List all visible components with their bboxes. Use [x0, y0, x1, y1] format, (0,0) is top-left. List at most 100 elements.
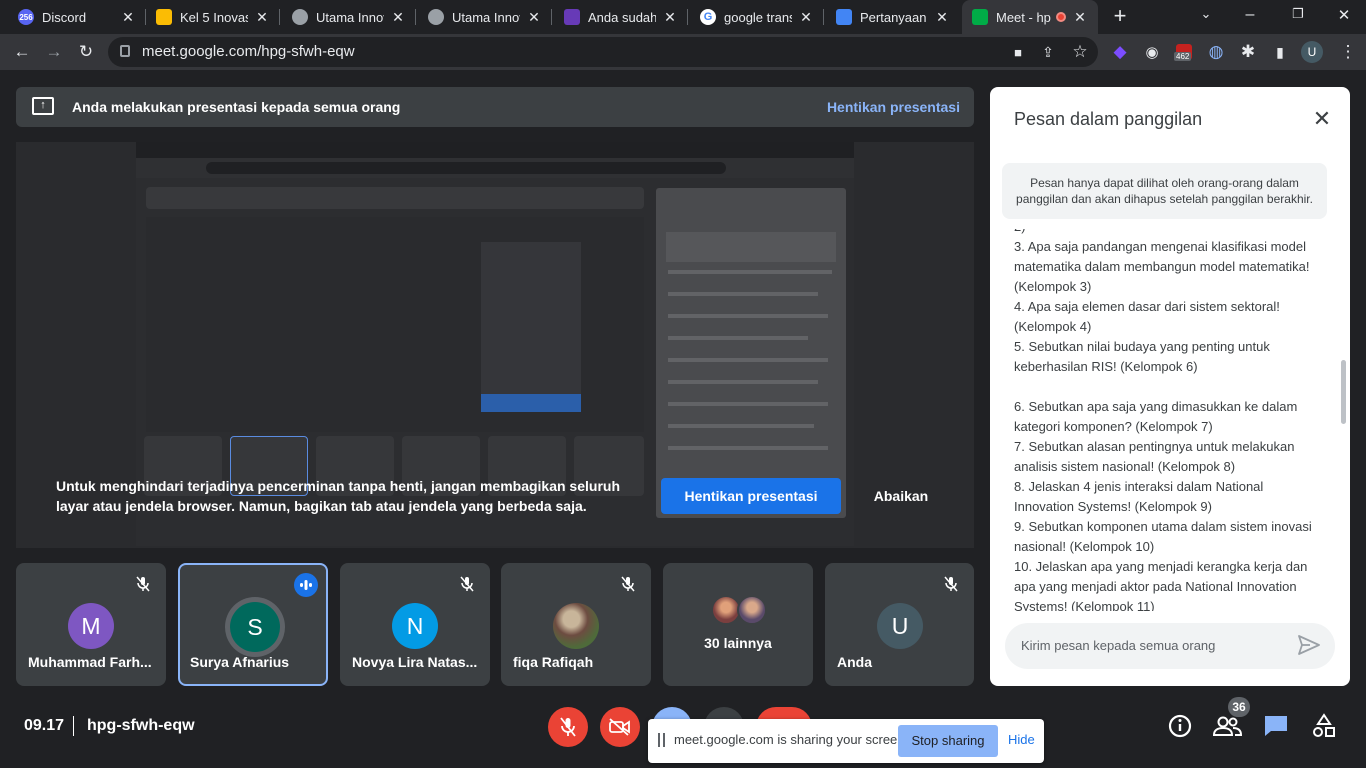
close-window-icon[interactable]: ✕	[1334, 6, 1354, 26]
lock-icon	[120, 45, 130, 57]
chat-message: 8. Jelaskan 4 jenis interaksi dalam Nati…	[1014, 479, 1264, 514]
avatar: M	[68, 603, 114, 649]
avatar: U	[877, 603, 923, 649]
tab-title: Utama Innova	[452, 9, 520, 25]
chat-title: Pesan dalam panggilan	[1014, 109, 1203, 129]
close-tab-icon[interactable]: ✕	[662, 9, 678, 26]
close-tab-icon[interactable]: ✕	[120, 9, 136, 26]
chat-icon[interactable]	[1262, 712, 1290, 740]
send-icon[interactable]	[1298, 635, 1322, 657]
close-tab-icon[interactable]: ✕	[934, 9, 950, 26]
chat-scrollbar[interactable]	[1340, 232, 1346, 612]
avatar-photo	[737, 595, 767, 625]
screen-sharing-bar: meet.google.com is sharing your screen. …	[648, 719, 1044, 763]
close-tab-icon[interactable]: ✕	[254, 9, 270, 26]
participant-tile-active-speaker[interactable]: S Surya Afnarius	[178, 563, 328, 686]
mic-toggle-button[interactable]	[548, 707, 588, 747]
side-panel-icon[interactable]: ▮	[1268, 40, 1292, 64]
recording-dot-icon	[1056, 12, 1066, 22]
participant-name: Anda	[837, 654, 872, 670]
forward-icon[interactable]: →	[42, 40, 66, 64]
tab-meet[interactable]: Meet - hp ✕	[962, 0, 1098, 34]
tab-utama-1[interactable]: Utama Innova ✕	[282, 0, 416, 34]
chat-message-spacer	[1014, 377, 1324, 397]
camera-off-icon	[609, 718, 630, 736]
tab-utama-2[interactable]: Utama Innova ✕	[418, 0, 552, 34]
tab-search-icon[interactable]: ⌄	[1196, 6, 1216, 26]
globe-icon	[428, 9, 444, 25]
chat-message: 5. Sebutkan nilai budaya yang penting un…	[1014, 339, 1270, 374]
close-tab-icon[interactable]: ✕	[390, 9, 406, 26]
tab-title: google transl	[724, 9, 792, 25]
extension-purple-icon[interactable]: ◆	[1108, 40, 1132, 64]
chat-message: 6. Sebutkan apa saja yang dimasukkan ke …	[1014, 399, 1298, 434]
extensions-puzzle-icon[interactable]: ✱	[1236, 40, 1260, 64]
restore-icon[interactable]: ❐	[1288, 6, 1308, 26]
present-screen-icon: ↑	[32, 97, 54, 115]
tab-title: Kel 5 Inovasi	[180, 9, 248, 25]
tab-discord[interactable]: 256 Discord ✕	[8, 0, 146, 34]
stop-presenting-button[interactable]: Hentikan presentasi	[661, 478, 841, 514]
extension-circle-icon[interactable]: ◍	[1204, 40, 1228, 64]
banner-text: Anda melakukan presentasi kepada semua o…	[72, 99, 401, 115]
new-tab-button[interactable]: +	[1108, 4, 1132, 28]
participant-tile[interactable]: N Novya Lira Natas...	[340, 563, 490, 686]
tab-title: Anda sudah m	[588, 9, 656, 25]
ignore-button[interactable]: Abaikan	[866, 478, 936, 514]
forms-icon	[564, 9, 580, 25]
chat-message: 4. Apa saja elemen dasar dari sistem sek…	[1014, 299, 1280, 334]
participant-tile-self[interactable]: U Anda	[825, 563, 974, 686]
address-bar[interactable]: meet.google.com/hpg-sfwh-eqw	[108, 37, 1098, 67]
activities-icon[interactable]	[1310, 712, 1338, 740]
others-count: 30 lainnya	[704, 635, 772, 651]
slides-icon	[156, 9, 172, 25]
meet-icon	[972, 9, 988, 25]
camera-indicator-icon[interactable]: ■	[1006, 40, 1030, 64]
menu-kebab-icon[interactable]: ⋮	[1336, 40, 1360, 64]
screenshot-icon[interactable]: ◉	[1140, 40, 1164, 64]
bookmark-star-icon[interactable]: ☆	[1068, 40, 1092, 64]
participant-tile[interactable]: fiqa Rafiqah	[501, 563, 651, 686]
docs-icon	[836, 9, 852, 25]
mic-off-icon	[940, 573, 962, 595]
meeting-code: hpg-sfwh-eqw	[87, 717, 195, 734]
tab-strip: 256 Discord ✕ Kel 5 Inovasi ✕ Utama Inno…	[0, 0, 1366, 34]
hide-button[interactable]: Hide	[1008, 732, 1035, 747]
camera-toggle-button[interactable]	[600, 707, 640, 747]
meeting-details-icon[interactable]	[1166, 712, 1194, 740]
stop-presenting-link[interactable]: Hentikan presentasi	[827, 99, 960, 115]
scrollbar-thumb[interactable]	[1341, 360, 1346, 424]
stop-sharing-button[interactable]: Stop sharing	[898, 725, 998, 757]
sharing-status-text: meet.google.com is sharing your screen.	[674, 732, 909, 747]
chat-panel: Pesan dalam panggilan ✕ Pesan hanya dapa…	[990, 87, 1350, 686]
participant-tile[interactable]: M Muhammad Farh...	[16, 563, 166, 686]
url-text: meet.google.com/hpg-sfwh-eqw	[142, 43, 355, 60]
mic-off-icon	[132, 573, 154, 595]
close-tab-icon[interactable]: ✕	[798, 9, 814, 26]
close-icon[interactable]: ✕	[1310, 107, 1334, 131]
tab-pertanyaan[interactable]: Pertanyaan ke ✕	[826, 0, 960, 34]
participant-tile-others[interactable]: 30 lainnya	[663, 563, 813, 686]
minimize-icon[interactable]: –	[1240, 6, 1260, 26]
share-icon[interactable]: ⇪	[1036, 40, 1060, 64]
tab-forms[interactable]: Anda sudah m ✕	[554, 0, 688, 34]
close-tab-icon[interactable]: ✕	[1072, 9, 1088, 26]
discord-icon: 256	[18, 9, 34, 25]
ublock-icon[interactable]: 462	[1172, 40, 1196, 64]
avatar-photo	[553, 603, 599, 649]
meeting-time: 09.17	[24, 717, 65, 734]
tab-kel5[interactable]: Kel 5 Inovasi ✕	[146, 0, 280, 34]
speaking-indicator-icon	[294, 573, 318, 597]
profile-avatar[interactable]: U	[1300, 40, 1324, 64]
back-icon[interactable]: ←	[10, 40, 34, 64]
drag-handle-icon[interactable]	[658, 733, 665, 747]
browser-toolbar: ← → ↻ meet.google.com/hpg-sfwh-eqw ■ ⇪ ☆…	[0, 34, 1366, 70]
tab-google-translate[interactable]: G google transl ✕	[690, 0, 824, 34]
participant-name: Novya Lira Natas...	[352, 654, 478, 670]
close-tab-icon[interactable]: ✕	[526, 9, 542, 26]
chat-info-note: Pesan hanya dapat dilihat oleh orang-ora…	[1002, 163, 1327, 219]
mic-off-icon	[617, 573, 639, 595]
avatar: N	[392, 603, 438, 649]
chat-message-input[interactable]: Kirim pesan kepada semua orang	[1005, 623, 1335, 669]
reload-icon[interactable]: ↻	[74, 40, 98, 64]
